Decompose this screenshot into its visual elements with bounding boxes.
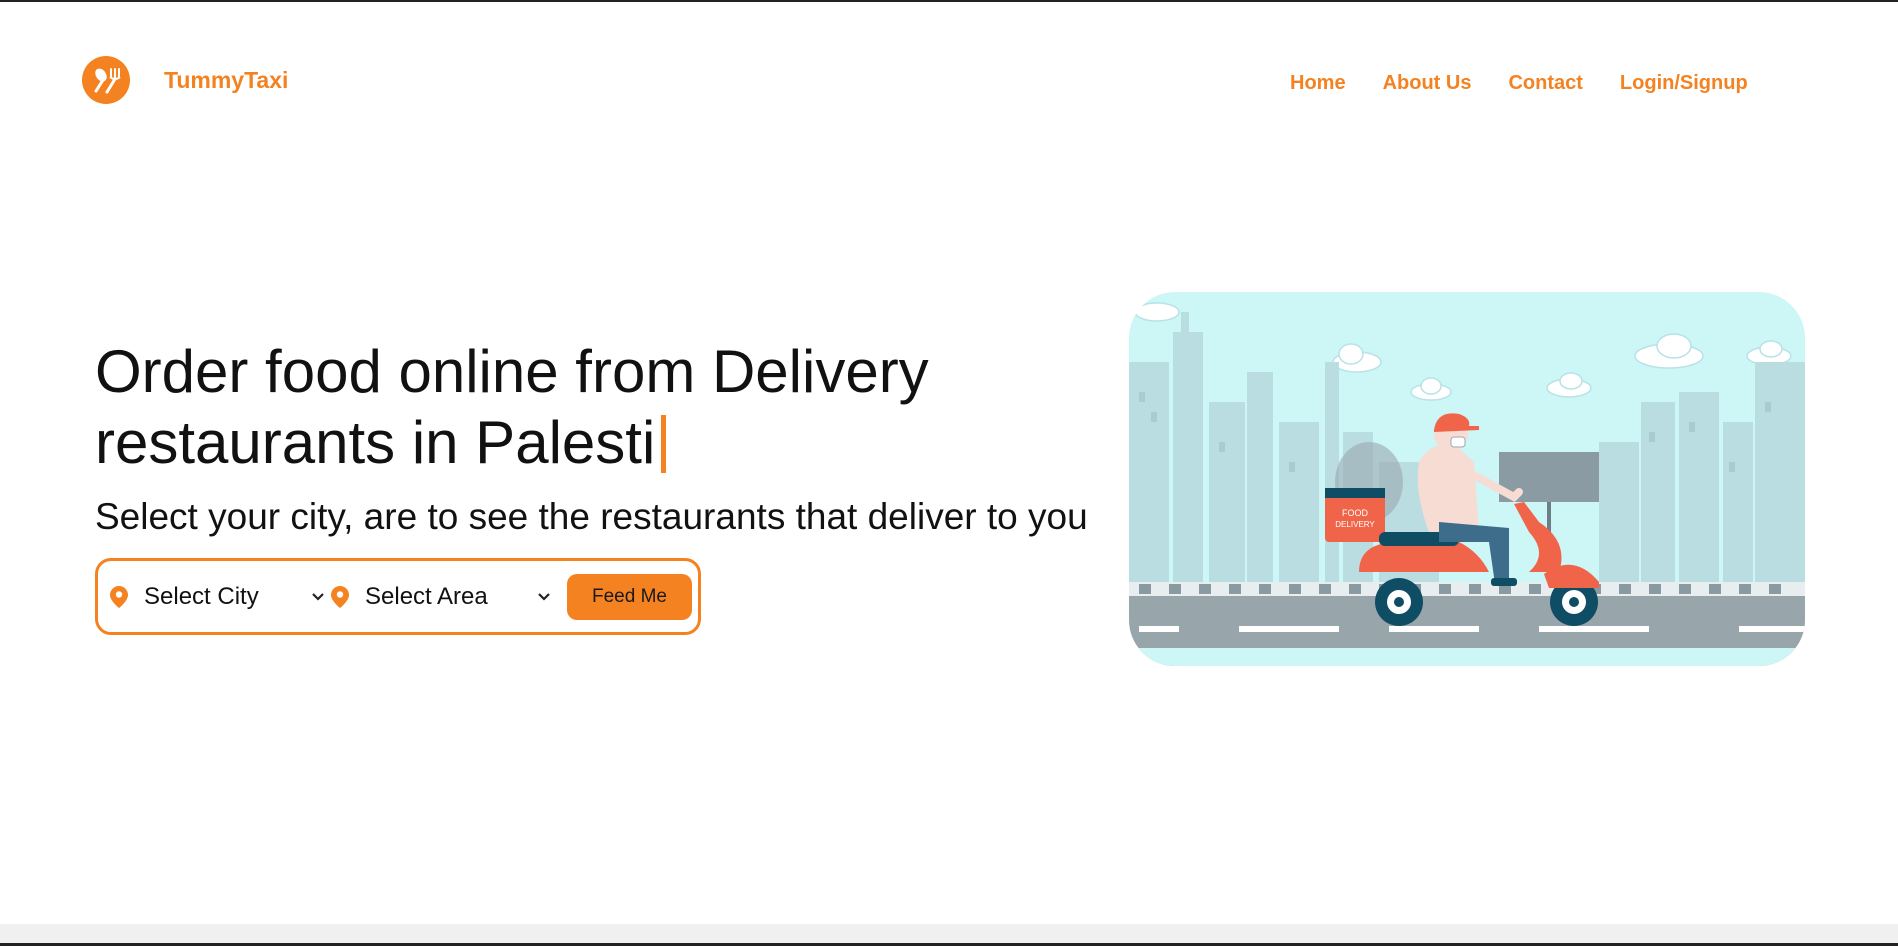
spoon-fork-icon: [82, 56, 130, 104]
box-text-food: FOOD: [1342, 508, 1368, 518]
delivery-scooter-image: FOOD DELIVERY: [1129, 292, 1805, 666]
nav-about-us[interactable]: About Us: [1383, 72, 1472, 95]
bottom-strip: [0, 924, 1898, 946]
location-pin-icon: [110, 585, 128, 608]
box-text-delivery: DELIVERY: [1335, 520, 1375, 529]
city-select[interactable]: Select City: [110, 577, 325, 617]
area-select[interactable]: Select Area: [331, 577, 551, 617]
logo[interactable]: TummyTaxi: [82, 56, 288, 104]
city-select-label: Select City: [144, 582, 259, 610]
area-select-label: Select Area: [365, 582, 488, 610]
main-nav: Home About Us Contact Login/Signup: [1290, 72, 1785, 95]
brand-name: TummyTaxi: [164, 66, 289, 93]
delivery-illustration: FOOD DELIVERY: [1129, 292, 1805, 666]
nav-home[interactable]: Home: [1290, 72, 1346, 95]
chevron-down-icon: [538, 592, 550, 601]
location-search-box: Select City Select Area Feed Me: [95, 558, 701, 635]
chevron-down-icon: [312, 592, 324, 601]
typing-caret: [661, 415, 667, 473]
hero-headline-line2: restaurants in Palesti: [95, 409, 656, 476]
location-pin-icon: [331, 585, 349, 608]
hero-headline-line1: Order food online from Delivery: [95, 338, 929, 405]
nav-contact[interactable]: Contact: [1508, 72, 1582, 95]
nav-login-signup[interactable]: Login/Signup: [1620, 72, 1748, 95]
hero-subline: Select your city, are to see the restaur…: [95, 496, 1088, 537]
feed-me-button[interactable]: Feed Me: [567, 573, 692, 620]
page: TummyTaxi Home About Us Contact Login/Si…: [0, 0, 1898, 946]
hero-headline: Order food online from Delivery restaura…: [95, 336, 1095, 478]
